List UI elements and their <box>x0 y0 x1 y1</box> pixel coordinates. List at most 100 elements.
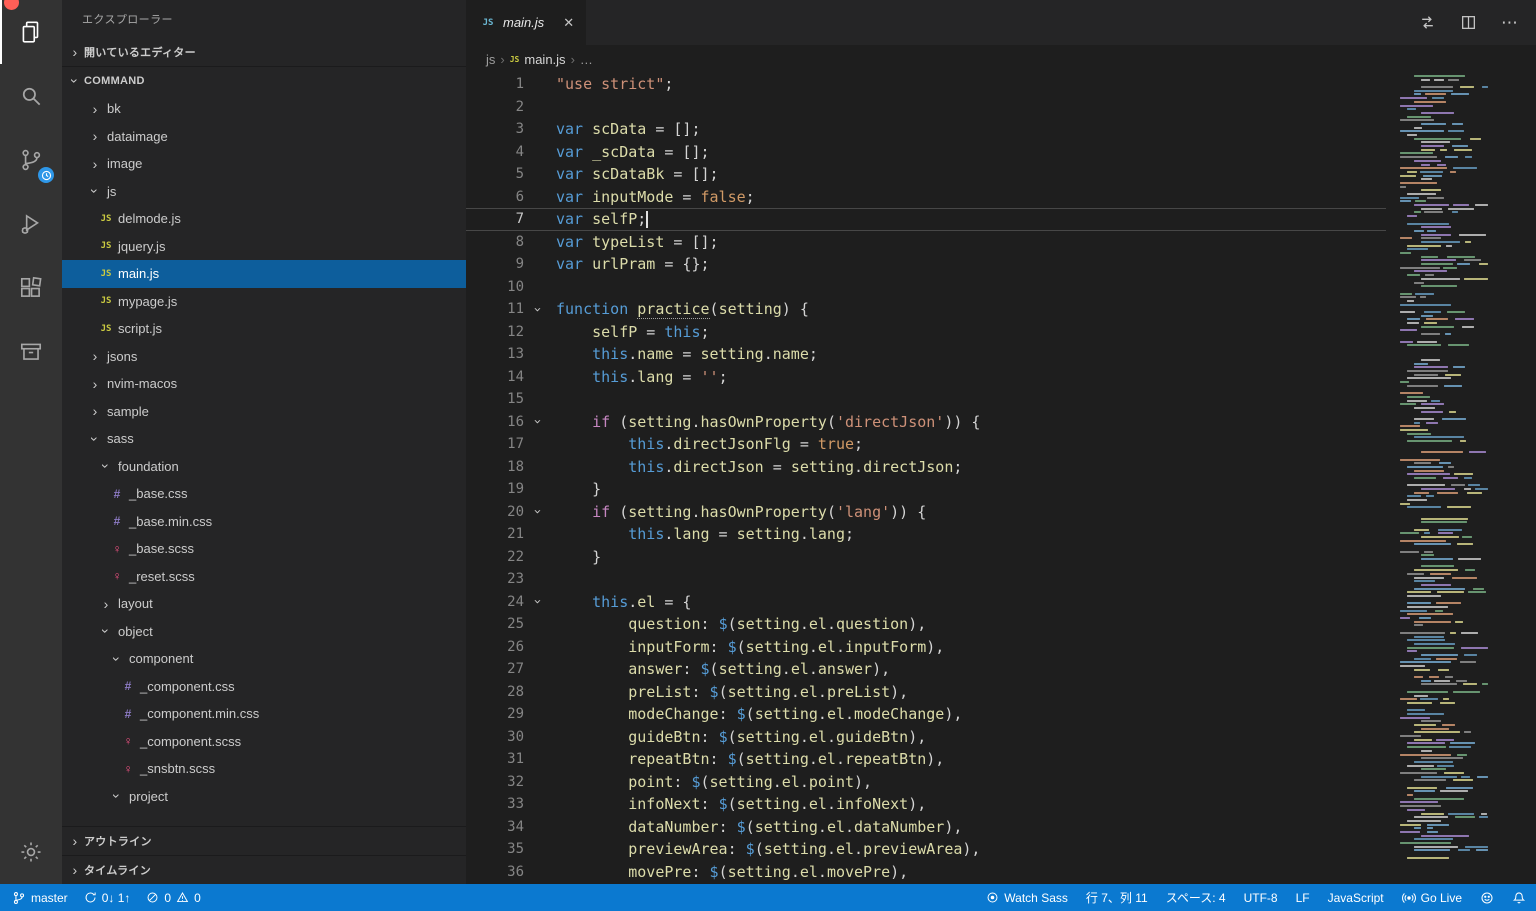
tree-item-component[interactable]: › component <box>62 645 466 673</box>
watch-sass-button[interactable]: Watch Sass <box>986 891 1068 905</box>
fold-chevron-icon[interactable]: › <box>524 594 550 609</box>
code-line-10[interactable]: 10 <box>466 276 1386 299</box>
code-line-35[interactable]: 35 previewArea: $(setting.el.previewArea… <box>466 838 1386 861</box>
split-editor-icon[interactable] <box>1460 14 1477 31</box>
fold-chevron-icon[interactable]: › <box>524 302 550 317</box>
tree-item-_base.min.css[interactable]: # _base.min.css <box>62 508 466 536</box>
code-line-1[interactable]: 1 "use strict"; <box>466 73 1386 96</box>
encoding[interactable]: UTF-8 <box>1244 891 1278 905</box>
breadcrumb-more[interactable]: … <box>580 52 593 67</box>
tree-item-nvim-macos[interactable]: › nvim-macos <box>62 370 466 398</box>
code-line-31[interactable]: 31 repeatBtn: $(setting.el.repeatBtn), <box>466 748 1386 771</box>
code-line-36[interactable]: 36 movePre: $(setting.el.movePre), <box>466 861 1386 884</box>
activity-run-debug[interactable] <box>0 192 62 256</box>
tree-item-_base.css[interactable]: # _base.css <box>62 480 466 508</box>
code-line-8[interactable]: 8 var typeList = []; <box>466 231 1386 254</box>
code-line-23[interactable]: 23 <box>466 568 1386 591</box>
section-root-folder[interactable]: › COMMAND <box>62 67 466 95</box>
code-line-29[interactable]: 29 modeChange: $(setting.el.modeChange), <box>466 703 1386 726</box>
minimap-line <box>1400 358 1488 361</box>
code-line-4[interactable]: 4 var _scData = []; <box>466 141 1386 164</box>
code-line-26[interactable]: 26 inputForm: $(setting.el.inputForm), <box>466 636 1386 659</box>
code-line-9[interactable]: 9 var urlPram = {}; <box>466 253 1386 276</box>
activity-archive[interactable] <box>0 320 62 384</box>
tree-item-js[interactable]: › js <box>62 178 466 206</box>
activity-settings[interactable] <box>0 820 62 884</box>
code-line-22[interactable]: 22 } <box>466 546 1386 569</box>
notifications-button[interactable] <box>1512 891 1526 905</box>
code-line-15[interactable]: 15 <box>466 388 1386 411</box>
tree-item-main.js[interactable]: JS main.js <box>62 260 466 288</box>
tree-item-_component.min.css[interactable]: # _component.min.css <box>62 700 466 728</box>
tree-item-delmode.js[interactable]: JS delmode.js <box>62 205 466 233</box>
code-line-32[interactable]: 32 point: $(setting.el.point), <box>466 771 1386 794</box>
tree-item-object[interactable]: › object <box>62 618 466 646</box>
code-line-14[interactable]: 14 this.lang = ''; <box>466 366 1386 389</box>
code-line-24[interactable]: 24 › this.el = { <box>466 591 1386 614</box>
tree-item-_component.scss[interactable]: ♀ _component.scss <box>62 728 466 756</box>
cursor-position[interactable]: 行 7、列 11 <box>1086 889 1148 906</box>
tree-item-_base.scss[interactable]: ♀ _base.scss <box>62 535 466 563</box>
tree-item-bk[interactable]: › bk <box>62 95 466 123</box>
tree-item-jsons[interactable]: › jsons <box>62 343 466 371</box>
tree-item-image[interactable]: › image <box>62 150 466 178</box>
code-line-3[interactable]: 3 var scData = []; <box>466 118 1386 141</box>
minimap[interactable] <box>1400 75 1488 884</box>
section-outline[interactable]: › アウトライン <box>62 826 466 855</box>
tree-item-jquery.js[interactable]: JS jquery.js <box>62 233 466 261</box>
problems-status[interactable]: 0 0 <box>146 891 201 905</box>
eol-sequence[interactable]: LF <box>1296 891 1310 905</box>
code-line-13[interactable]: 13 this.name = setting.name; <box>466 343 1386 366</box>
tree-item-dataimage[interactable]: › dataimage <box>62 123 466 151</box>
code-line-21[interactable]: 21 this.lang = setting.lang; <box>466 523 1386 546</box>
code-line-28[interactable]: 28 preList: $(setting.el.preList), <box>466 681 1386 704</box>
tree-item-foundation[interactable]: › foundation <box>62 453 466 481</box>
git-branch-status[interactable]: master <box>12 891 68 905</box>
code-line-25[interactable]: 25 question: $(setting.el.question), <box>466 613 1386 636</box>
breadcrumb-file[interactable]: main.js <box>524 52 565 67</box>
code-line-20[interactable]: 20 › if (setting.hasOwnProperty('lang')) … <box>466 501 1386 524</box>
code-line-17[interactable]: 17 this.directJsonFlg = true; <box>466 433 1386 456</box>
tree-item-_snsbtn.scss[interactable]: ♀ _snsbtn.scss <box>62 755 466 783</box>
activity-search[interactable] <box>0 64 62 128</box>
code-line-2[interactable]: 2 <box>466 96 1386 119</box>
tree-item-_reset.scss[interactable]: ♀ _reset.scss <box>62 563 466 591</box>
git-sync-status[interactable]: 0↓ 1↑ <box>84 891 130 905</box>
code-line-16[interactable]: 16 › if (setting.hasOwnProperty('directJs… <box>466 411 1386 434</box>
tree-item-layout[interactable]: › layout <box>62 590 466 618</box>
code-line-18[interactable]: 18 this.directJson = setting.directJson; <box>466 456 1386 479</box>
tree-item-script.js[interactable]: JS script.js <box>62 315 466 343</box>
code-line-30[interactable]: 30 guideBtn: $(setting.el.guideBtn), <box>466 726 1386 749</box>
section-timeline[interactable]: › タイムライン <box>62 855 466 884</box>
open-changes-icon[interactable] <box>1419 14 1436 31</box>
tab-main-js[interactable]: JS main.js ✕ <box>466 0 587 45</box>
code-line-12[interactable]: 12 selfP = this; <box>466 321 1386 344</box>
language-mode[interactable]: JavaScript <box>1328 891 1384 905</box>
breadcrumb-folder[interactable]: js <box>486 52 495 67</box>
tree-item-sample[interactable]: › sample <box>62 398 466 426</box>
code-line-11[interactable]: 11 › function practice(setting) { <box>466 298 1386 321</box>
feedback-button[interactable] <box>1480 891 1494 905</box>
close-tab-icon[interactable]: ✕ <box>563 15 574 31</box>
code-line-19[interactable]: 19 } <box>466 478 1386 501</box>
tree-item-project[interactable]: › project <box>62 783 466 811</box>
code-line-33[interactable]: 33 infoNext: $(setting.el.infoNext), <box>466 793 1386 816</box>
tree-item-_component.css[interactable]: # _component.css <box>62 673 466 701</box>
code-editor[interactable]: 1 "use strict"; 2 3 var scData = []; 4 var _sc… <box>466 73 1536 884</box>
code-line-34[interactable]: 34 dataNumber: $(setting.el.dataNumber), <box>466 816 1386 839</box>
fold-chevron-icon[interactable]: › <box>524 504 550 519</box>
code-line-5[interactable]: 5 var scDataBk = []; <box>466 163 1386 186</box>
activity-source-control[interactable] <box>0 128 62 192</box>
code-line-6[interactable]: 6 var inputMode = false; <box>466 186 1386 209</box>
tree-item-mypage.js[interactable]: JS mypage.js <box>62 288 466 316</box>
minimap-line <box>1400 760 1488 763</box>
tree-item-sass[interactable]: › sass <box>62 425 466 453</box>
section-open-editors[interactable]: › 開いているエディター <box>62 38 466 67</box>
go-live-button[interactable]: Go Live <box>1401 891 1462 905</box>
code-line-7[interactable]: 7 var selfP; <box>466 208 1386 231</box>
fold-chevron-icon[interactable]: › <box>524 414 550 429</box>
more-actions-icon[interactable]: ⋯ <box>1501 14 1518 31</box>
activity-extensions[interactable] <box>0 256 62 320</box>
indentation[interactable]: スペース: 4 <box>1166 889 1226 906</box>
code-line-27[interactable]: 27 answer: $(setting.el.answer), <box>466 658 1386 681</box>
